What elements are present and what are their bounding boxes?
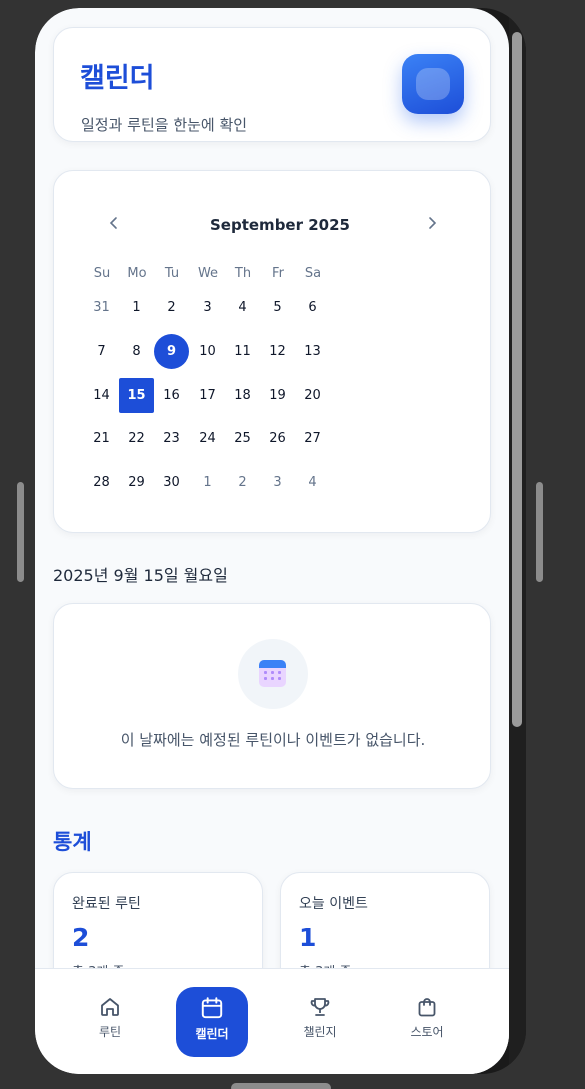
calendar-day[interactable]: 11 <box>225 334 260 369</box>
calendar-day[interactable]: 28 <box>84 465 119 500</box>
header-card: 캘린더 일정과 루틴을 한눈에 확인 <box>53 27 491 142</box>
nav-item-challenge[interactable]: 챌린지 <box>284 987 356 1057</box>
nav-label: 챌린지 <box>303 1025 337 1039</box>
calendar-day[interactable]: 7 <box>84 334 119 369</box>
trophy-icon <box>310 998 330 1016</box>
calendar-day[interactable]: 4 <box>225 290 260 325</box>
calendar-day-outside-month[interactable]: 2 <box>225 465 260 500</box>
calendar-day[interactable]: 6 <box>295 290 330 325</box>
chevron-left-icon[interactable] <box>108 215 120 236</box>
calendar-day[interactable]: 9 <box>154 334 189 369</box>
phone-frame: 캘린더 일정과 루틴을 한눈에 확인 September 2025 Su Mo Tu… <box>35 8 526 1074</box>
calendar-day[interactable]: 19 <box>260 378 295 413</box>
header-action-button[interactable] <box>402 54 464 114</box>
weekday-label: Th <box>234 266 252 281</box>
stat-value: 2 <box>72 923 90 952</box>
calendar-day[interactable]: 8 <box>119 334 154 369</box>
calendar-day[interactable]: 12 <box>260 334 295 369</box>
nav-item-routine[interactable]: 루틴 <box>74 987 146 1057</box>
calendar-day[interactable]: 20 <box>295 378 330 413</box>
calendar-icon <box>201 997 223 1019</box>
calendar-day[interactable]: 16 <box>154 378 189 413</box>
weekday-label: Tu <box>164 266 180 281</box>
calendar-day[interactable]: 14 <box>84 378 119 413</box>
stat-label: 완료된 루틴 <box>72 896 141 912</box>
window-resize-handle-left[interactable] <box>17 482 24 582</box>
calendar-day[interactable]: 30 <box>154 465 189 500</box>
calendar-day[interactable]: 15 <box>119 378 154 413</box>
calendar-day-outside-month[interactable]: 1 <box>190 465 225 500</box>
page-subtitle: 일정과 루틴을 한눈에 확인 <box>81 116 248 134</box>
weekday-label: Sa <box>304 266 322 281</box>
calendar-day[interactable]: 17 <box>190 378 225 413</box>
calendar-day-outside-month[interactable]: 31 <box>84 290 119 325</box>
bottom-navigation: 루틴 캘린더 챌린지 스토어 <box>35 968 509 1074</box>
home-icon <box>101 998 119 1016</box>
weekday-label: Fr <box>272 266 284 281</box>
stats-section-title: 통계 <box>53 830 92 854</box>
chevron-right-icon[interactable] <box>426 215 438 236</box>
calendar-day[interactable]: 5 <box>260 290 295 325</box>
calendar-day[interactable]: 26 <box>260 421 295 456</box>
calendar-day[interactable]: 24 <box>190 421 225 456</box>
calendar-day[interactable]: 22 <box>119 421 154 456</box>
calendar-day[interactable]: 3 <box>190 290 225 325</box>
calendar-day[interactable]: 1 <box>119 290 154 325</box>
calendar-icon <box>259 660 286 687</box>
calendar-day[interactable]: 23 <box>154 421 189 456</box>
stat-value: 1 <box>299 923 317 952</box>
empty-state-card: 이 날짜에는 예정된 루틴이나 이벤트가 없습니다. <box>53 603 491 789</box>
calendar-day[interactable]: 21 <box>84 421 119 456</box>
weekday-label: We <box>197 266 219 281</box>
calendar-day[interactable]: 18 <box>225 378 260 413</box>
calendar-card: September 2025 Su Mo Tu We Th Fr Sa 31 1 2 3 4 5 6 7 8… <box>53 170 491 533</box>
calendar-day[interactable]: 13 <box>295 334 330 369</box>
nav-item-store[interactable]: 스토어 <box>391 987 463 1057</box>
calendar-day[interactable]: 10 <box>190 334 225 369</box>
window-resize-handle-bottom[interactable] <box>231 1083 331 1089</box>
calendar-day[interactable]: 25 <box>225 421 260 456</box>
calendar-month-label: September 2025 <box>210 216 350 234</box>
calendar-day[interactable]: 2 <box>154 290 189 325</box>
weekday-label: Mo <box>127 266 147 281</box>
selected-date-heading: 2025년 9월 15일 월요일 <box>53 566 228 585</box>
calendar-day-outside-month[interactable]: 3 <box>260 465 295 500</box>
shopping-bag-icon <box>418 998 436 1017</box>
empty-state-message: 이 날짜에는 예정된 루틴이나 이벤트가 없습니다. <box>120 731 426 749</box>
nav-label: 캘린더 <box>195 1027 229 1041</box>
window-resize-handle-right[interactable] <box>536 482 543 582</box>
stat-label: 오늘 이벤트 <box>299 896 368 912</box>
weekday-label: Su <box>93 266 111 281</box>
calendar-day-outside-month[interactable]: 4 <box>295 465 330 500</box>
page-title: 캘린더 <box>80 63 155 94</box>
empty-state-icon-circle <box>238 639 308 709</box>
scrollbar-thumb[interactable] <box>512 32 522 727</box>
calendar-day[interactable]: 29 <box>119 465 154 500</box>
nav-label: 스토어 <box>410 1025 444 1039</box>
app-screen: 캘린더 일정과 루틴을 한눈에 확인 September 2025 Su Mo Tu… <box>35 8 509 1074</box>
calendar-day[interactable]: 27 <box>295 421 330 456</box>
nav-label: 루틴 <box>98 1025 122 1039</box>
header-action-icon <box>416 68 450 100</box>
nav-item-calendar[interactable]: 캘린더 <box>176 987 248 1057</box>
